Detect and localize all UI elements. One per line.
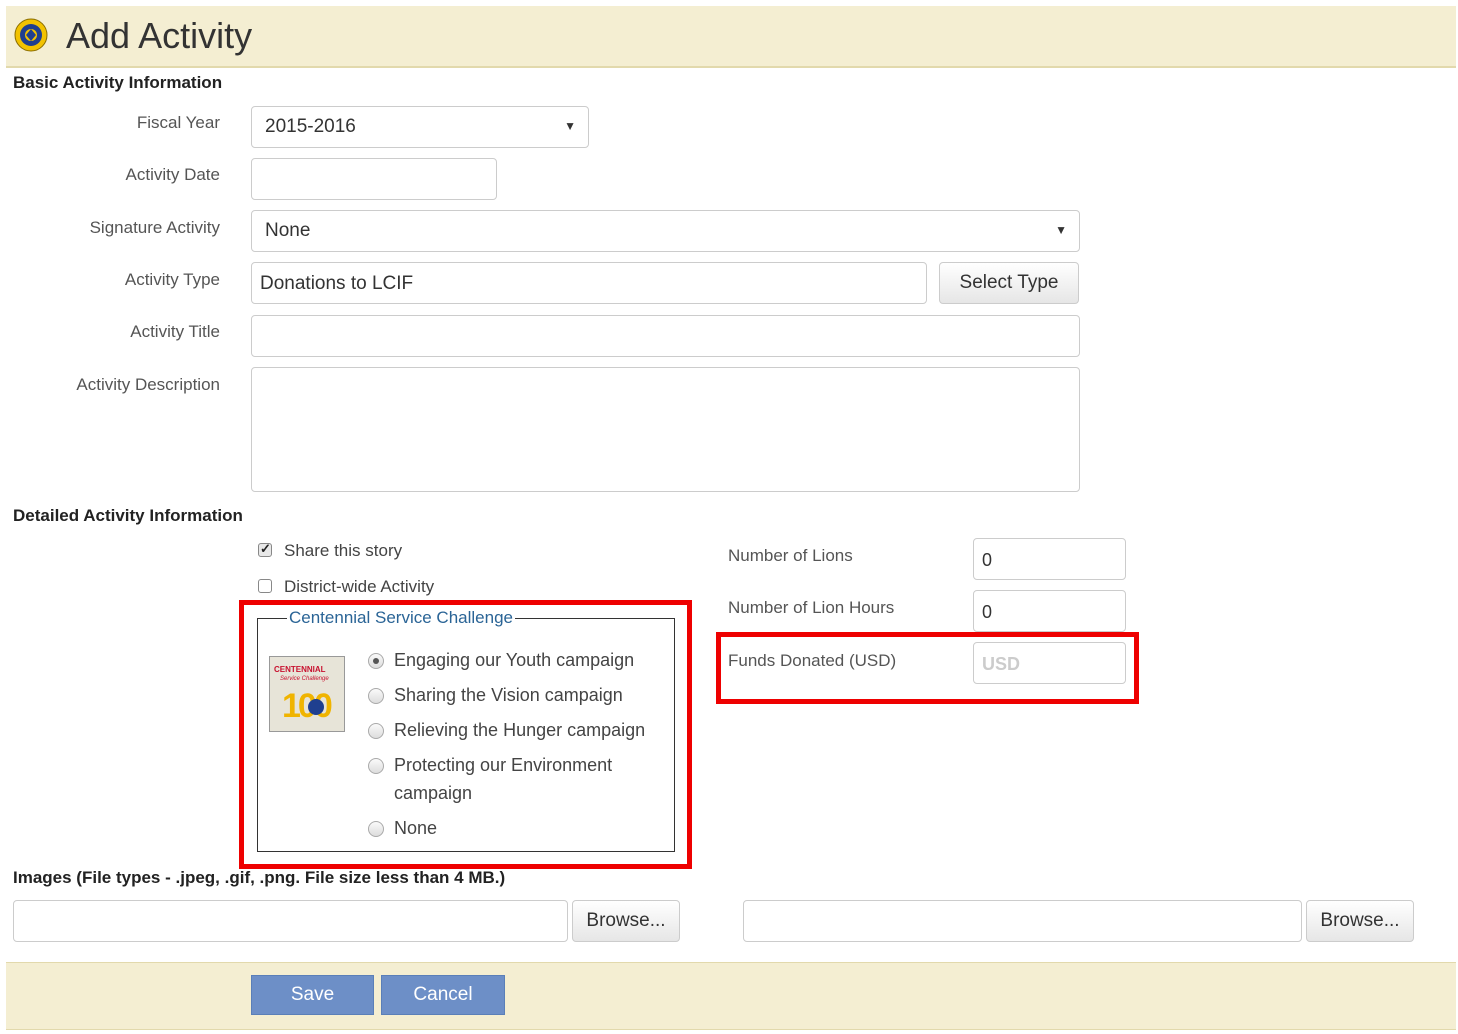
form-footer: Save Cancel: [6, 962, 1456, 1030]
lion-hours-label: Number of Lion Hours: [728, 598, 895, 617]
signature-activity-value: None: [265, 220, 311, 241]
funds-highlight-box: [716, 632, 1139, 704]
save-button[interactable]: Save: [251, 975, 374, 1015]
activity-date-input[interactable]: [251, 158, 497, 200]
image-file-input-1[interactable]: [13, 900, 568, 942]
activity-description-label: Activity Description: [76, 375, 220, 394]
activity-type-input[interactable]: Donations to LCIF: [251, 262, 927, 304]
image-file-input-2[interactable]: [743, 900, 1302, 942]
activity-description-textarea[interactable]: [251, 367, 1080, 492]
district-wide-checkbox[interactable]: [258, 579, 272, 593]
lion-hours-input[interactable]: 0: [973, 590, 1126, 632]
fiscal-year-select[interactable]: 2015-2016 ▼: [251, 106, 589, 148]
share-story-checkbox[interactable]: ✓: [258, 541, 272, 557]
share-story-label: Share this story: [284, 541, 403, 560]
browse-button-1[interactable]: Browse...: [572, 900, 680, 942]
page-header: Add Activity: [6, 6, 1456, 68]
cancel-button[interactable]: Cancel: [381, 975, 505, 1015]
activity-title-input[interactable]: [251, 315, 1080, 357]
chevron-down-icon: ▼: [564, 119, 576, 133]
basic-section-title: Basic Activity Information: [13, 73, 223, 92]
select-type-button[interactable]: Select Type: [939, 262, 1079, 304]
activity-title-label: Activity Title: [130, 322, 220, 341]
checkmark-icon: ✓: [260, 541, 271, 556]
district-wide-label: District-wide Activity: [284, 577, 435, 596]
fiscal-year-label: Fiscal Year: [136, 113, 220, 132]
signature-activity-label: Signature Activity: [89, 218, 220, 237]
detailed-section-title: Detailed Activity Information: [13, 506, 243, 525]
browse-button-2[interactable]: Browse...: [1306, 900, 1414, 942]
number-of-lions-label: Number of Lions: [728, 546, 853, 565]
activity-date-label: Activity Date: [125, 165, 220, 184]
chevron-down-icon: ▼: [1055, 223, 1067, 237]
fiscal-year-value: 2015-2016: [265, 116, 356, 137]
images-section-title: Images (File types - .jpeg, .gif, .png. …: [13, 868, 506, 887]
number-of-lions-input[interactable]: 0: [973, 538, 1126, 580]
signature-activity-select[interactable]: None ▼: [251, 210, 1080, 252]
page-title: Add Activity: [66, 15, 253, 56]
activity-type-label: Activity Type: [124, 270, 220, 289]
centennial-highlight-box: [239, 600, 692, 869]
lions-logo-icon: [14, 18, 48, 52]
